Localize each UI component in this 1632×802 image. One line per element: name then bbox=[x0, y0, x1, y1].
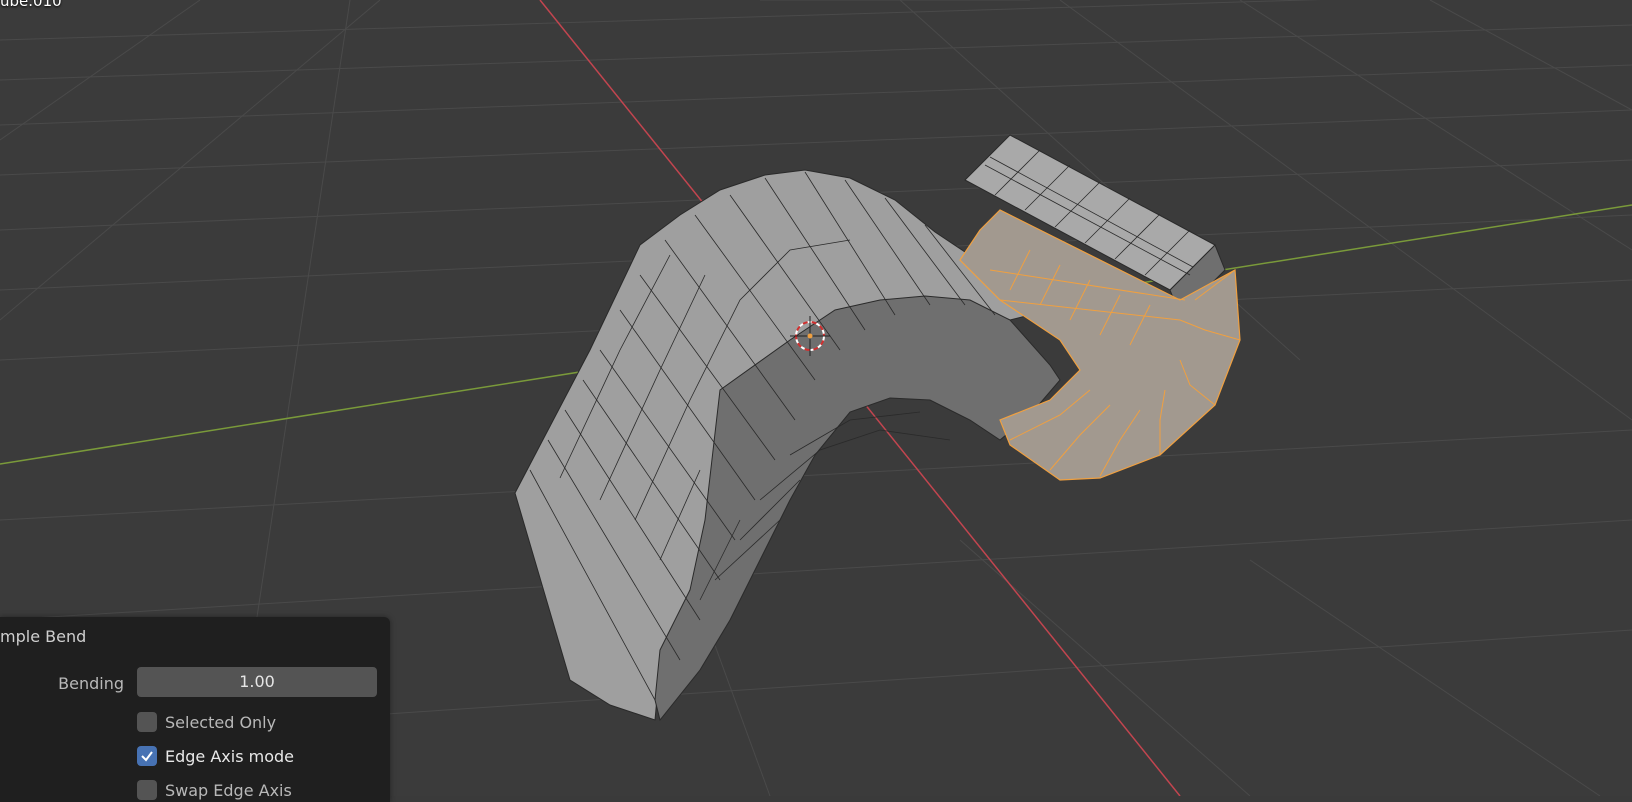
swap-edge-axis-checkbox[interactable] bbox=[137, 780, 157, 800]
selected-only-label: Selected Only bbox=[165, 712, 277, 732]
checkmark-icon bbox=[141, 751, 153, 762]
edge-axis-mode-checkbox[interactable] bbox=[137, 746, 157, 766]
panel-title[interactable]: mple Bend bbox=[0, 627, 86, 646]
bending-field[interactable]: 1.00 bbox=[137, 667, 377, 697]
selected-only-checkbox[interactable] bbox=[137, 712, 157, 732]
bent-mesh[interactable] bbox=[514, 134, 1241, 722]
swap-edge-axis-option[interactable]: Swap Edge Axis bbox=[137, 778, 292, 802]
edge-axis-mode-option[interactable]: Edge Axis mode bbox=[137, 744, 294, 768]
operator-redo-panel[interactable]: mple Bend Bending 1.00 Selected Only Edg… bbox=[0, 617, 390, 802]
bending-label: Bending bbox=[58, 674, 124, 693]
object-name-label: ube.010 bbox=[0, 0, 62, 10]
selected-only-option[interactable]: Selected Only bbox=[137, 710, 276, 734]
swap-edge-axis-label: Swap Edge Axis bbox=[165, 780, 292, 800]
edge-axis-mode-label: Edge Axis mode bbox=[165, 746, 295, 766]
